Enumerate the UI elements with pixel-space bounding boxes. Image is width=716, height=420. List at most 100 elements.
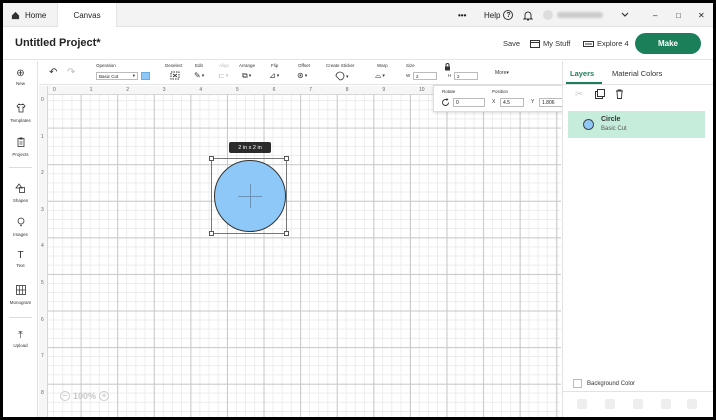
slice-icon[interactable] [577,399,587,409]
undo-icon: ↶ [49,67,58,78]
operation-color-swatch[interactable] [141,72,150,80]
operation-label: Operation [96,63,116,68]
size-width-field[interactable]: 2 [413,72,437,80]
notifications-button[interactable] [523,3,533,27]
align-icon: ⊏ [218,71,225,80]
account-name-blurred [557,12,603,18]
rotate-field[interactable]: 0 [453,98,485,107]
my-stuff-button[interactable]: My Stuff [530,39,570,48]
sidebar-item-upload[interactable]: ⤒ Upload [3,331,38,349]
design-canvas[interactable]: 2 in x 2 in − 100% + [48,95,561,417]
layer-row-circle[interactable]: Circle Basic Cut [568,111,705,138]
panel-footer-divider [563,391,713,392]
machine-icon [583,40,594,48]
position-x-field[interactable]: 4.5 [500,98,524,107]
align-button[interactable]: ⊏ ▾ [218,71,228,80]
sidebar-item-images[interactable]: Images [3,217,38,237]
flip-label: Flip [271,63,279,68]
resize-handle-bottom-left[interactable] [209,231,214,236]
machine-selector[interactable]: Explore 4 [583,39,629,48]
app-window: Home Canvas ••• Help ? – □ ✕ Untitled Pr… [3,3,713,417]
more-label: More▾ [495,70,509,76]
zoom-control: − 100% + [60,391,110,401]
resize-handle-top-left[interactable] [209,156,214,161]
zoom-in-button[interactable]: + [99,391,110,401]
flip-button[interactable]: ⊿ ▾ [269,71,279,80]
trash-icon [615,89,624,102]
layer-color-dot [583,119,594,130]
sidebar-item-shapes[interactable]: Shapes [3,183,38,203]
arrange-icon: ⧉ [242,71,248,80]
size-height-field[interactable]: 2 [454,72,478,80]
zoom-level: 100% [73,391,97,401]
zoom-out-button[interactable]: − [60,391,70,401]
sidebar-item-projects[interactable]: Projects [3,137,38,157]
delete-button[interactable] [615,89,624,102]
size-tooltip: 2 in x 2 in [229,142,271,153]
avatar [543,10,553,20]
tabs-divider [563,84,713,85]
chevron-down-icon: ▾ [132,73,135,78]
app-header: Untitled Project* Save My Stuff Explore … [3,28,713,60]
sidebar-item-label: Images [13,232,28,237]
group-button[interactable]: ✂ [575,89,583,100]
page-title[interactable]: Untitled Project* [15,37,101,49]
more-menu-button[interactable]: ••• [458,3,466,27]
combine-icon[interactable] [605,399,615,409]
scissors-icon: ✂ [575,89,584,100]
more-button[interactable]: More▾ [495,70,509,76]
flatten-icon[interactable] [661,399,671,409]
position-label: Position [492,89,509,94]
edit-label: Edit [195,63,203,68]
background-color-toggle[interactable]: Background Color [573,379,635,388]
attach-icon[interactable] [633,399,643,409]
tab-canvas[interactable]: Canvas [57,3,117,27]
resize-handle-bottom-right[interactable] [284,231,289,236]
sidebar-item-monogram[interactable]: Monogram [3,285,38,305]
redo-button[interactable]: ↷ [67,67,75,78]
flip-icon: ⊿ [269,71,276,80]
lock-icon[interactable] [444,63,451,71]
deselect-icon [170,71,180,82]
sidebar-item-label: Monogram [9,300,32,305]
edit-button[interactable]: ✎ ▾ [194,71,204,80]
help-label: Help [484,10,501,20]
warp-button[interactable]: ⌓ ▾ [375,71,385,81]
sidebar-item-label: Projects [12,152,29,157]
sidebar-item-templates[interactable]: Templates [3,103,38,123]
ruler-top-number: 6 [272,87,276,93]
tab-home[interactable]: Home [11,3,46,27]
tab-material-colors[interactable]: Material Colors [612,69,662,78]
size-label: Size [406,63,415,68]
make-button[interactable]: Make [635,33,701,54]
tab-layers[interactable]: Layers [570,69,594,78]
contour-icon[interactable] [687,399,697,409]
sidebar-item-new[interactable]: ⊕ New [3,69,38,87]
ruler-left-number: 3 [41,206,44,213]
account-menu[interactable] [543,3,603,27]
warp-icon: ⌓ [375,71,382,80]
layer-name: Circle [601,116,621,123]
resize-handle-top-right[interactable] [284,156,289,161]
sidebar-item-text[interactable]: T Text [3,251,38,269]
create-sticker-button[interactable]: ▾ [335,71,349,83]
arrange-button[interactable]: ⧉ ▾ [242,71,251,81]
ruler-left-number: 7 [41,353,44,360]
deselect-button[interactable] [170,71,180,82]
layer-operation: Basic Cut [601,126,627,132]
rotate-position-popup: Rotate 0 Position X 4.5 Y 1.806 [433,85,568,112]
background-color-checkbox[interactable] [573,379,582,388]
save-button[interactable]: Save [503,39,520,48]
ruler-top-number: 8 [345,87,349,93]
close-button[interactable]: ✕ [698,3,705,27]
maximize-button[interactable]: □ [676,3,681,27]
rotate-icon [441,98,450,107]
account-chevron[interactable] [621,3,629,27]
help-button[interactable]: Help ? [484,3,514,27]
edit-toolbar: ↶ ↷ Operation Basic Cut ▾ Deselect Edit … [39,61,561,85]
undo-button[interactable]: ↶ [49,67,57,78]
offset-button[interactable]: ⊛ ▾ [297,71,307,80]
minimize-button[interactable]: – [653,3,657,27]
duplicate-button[interactable] [595,89,605,102]
operation-select[interactable]: Basic Cut ▾ [96,72,138,80]
